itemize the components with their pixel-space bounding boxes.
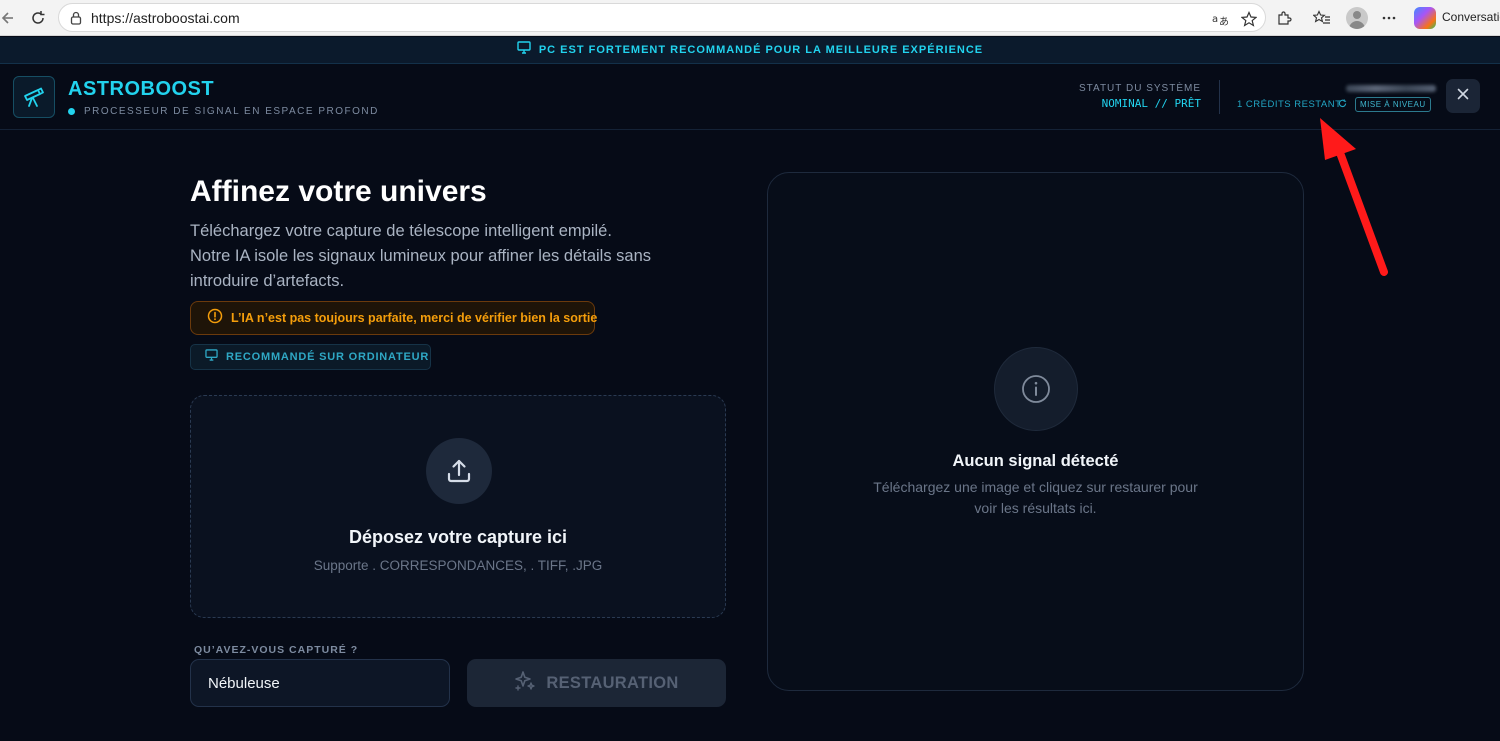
info-icon (994, 347, 1078, 431)
monitor-icon (517, 41, 531, 59)
ai-warning-banner: L’IA n’est pas toujours parfaite, merci … (190, 301, 598, 335)
dropzone-subtitle: Supporte . CORRESPONDANCES, . TIFF, .JPG (313, 558, 603, 573)
description-line: introduire d’artefacts. (190, 272, 345, 290)
no-signal-subtitle: Téléchargez une image et cliquez sur res… (873, 479, 1198, 516)
lock-icon[interactable] (67, 9, 85, 27)
description-line: Téléchargez votre capture de télescope i… (190, 222, 612, 240)
favorites-icon[interactable] (1311, 7, 1333, 29)
monitor-icon (205, 348, 218, 366)
brand-tagline: PROCESSEUR DE SIGNAL EN ESPACE PROFOND (84, 106, 379, 117)
blurred-user-info (1346, 85, 1436, 92)
app-header: ASTROBOOST PROCESSEUR DE SIGNAL EN ESPAC… (0, 64, 1500, 130)
announcement-bar: PC EST FORTEMENT RECOMMANDÉ POUR LA MEIL… (0, 37, 1500, 64)
svg-text:あ: あ (1219, 16, 1229, 27)
restore-button[interactable]: RESTAURATION (467, 659, 726, 707)
close-icon (1457, 87, 1469, 105)
telescope-logo-icon[interactable] (13, 76, 55, 118)
back-icon[interactable] (0, 6, 18, 30)
copilot-label[interactable]: Conversatio (1442, 10, 1500, 24)
no-signal-title: Aucun signal détecté (952, 452, 1119, 470)
url-text[interactable]: https://astroboostai.com (91, 10, 240, 26)
reload-icon[interactable] (26, 6, 50, 30)
dropzone-title: Déposez votre capture ici (348, 527, 568, 547)
warning-icon (207, 308, 223, 329)
credits-remaining: 1 CRÉDITS RESTANT (1237, 99, 1342, 110)
sparkles-icon (514, 670, 536, 697)
warning-text: L’IA n’est pas toujours parfaite, merci … (231, 311, 598, 325)
capture-type-select[interactable]: Nébuleuse (190, 659, 450, 707)
address-bar[interactable]: https://astroboostai.com aあ (58, 3, 1266, 32)
file-dropzone[interactable]: Déposez votre capture ici Supporte . COR… (190, 395, 726, 618)
page-title: Affinez votre univers (190, 175, 487, 208)
svg-text:a: a (1212, 14, 1218, 25)
system-status-label: STATUT DU SYSTÈME (1078, 83, 1201, 94)
translate-icon[interactable]: aあ (1211, 9, 1231, 29)
upload-icon[interactable] (426, 438, 492, 504)
status-dot (68, 108, 75, 115)
favorite-star-icon[interactable] (1239, 9, 1259, 29)
browser-toolbar: https://astroboostai.com aあ Conversatio (0, 0, 1500, 36)
header-divider (1219, 80, 1220, 114)
upgrade-button[interactable]: MISE À NIVEAU (1355, 97, 1431, 112)
profile-avatar[interactable] (1346, 7, 1368, 29)
close-button[interactable] (1446, 79, 1480, 113)
system-status-value: NOMINAL // PRÊT (1101, 97, 1201, 110)
description-line: Notre IA isole les signaux lumineux pour… (190, 247, 652, 265)
result-panel: Aucun signal détecté Téléchargez une ima… (767, 172, 1304, 691)
copilot-icon[interactable] (1414, 7, 1436, 29)
extensions-icon[interactable] (1273, 7, 1295, 29)
capture-type-label: QU’AVEZ-VOUS CAPTURÉ ? (194, 644, 359, 656)
page-description: Téléchargez votre capture de télescope i… (190, 219, 690, 294)
brand-name[interactable]: ASTROBOOST (68, 78, 214, 101)
desktop-recommended-badge: RECOMMANDÉ SUR ORDINATEUR (190, 344, 431, 370)
more-options-icon[interactable] (1378, 7, 1400, 29)
announcement-text: PC EST FORTEMENT RECOMMANDÉ POUR LA MEIL… (538, 44, 984, 56)
badge-text: RECOMMANDÉ SUR ORDINATEUR (226, 351, 430, 363)
restore-label: RESTAURATION (546, 673, 679, 692)
refresh-icon[interactable] (1338, 99, 1347, 111)
